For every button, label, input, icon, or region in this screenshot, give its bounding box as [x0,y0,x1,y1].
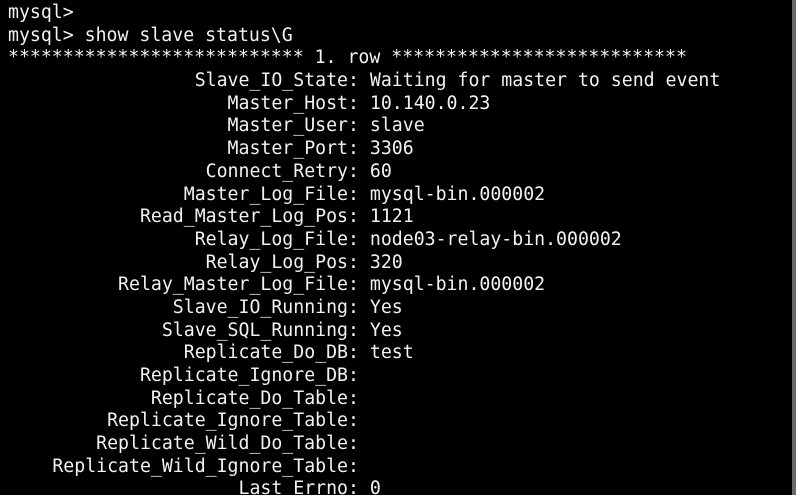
status-field: Replicate_Ignore_DB: [0,365,796,388]
field-key: Master_User [227,115,348,137]
field-key: Connect_Retry [205,160,348,182]
status-field: Relay_Log_File: node03-relay-bin.000002 [0,229,796,252]
terminal-window[interactable]: mysql> mysql> show slave status\G ******… [0,0,796,495]
field-key: Relay_Log_File [194,228,348,250]
field-key: Read_Master_Log_Pos [139,206,348,228]
field-value: 60 [369,160,392,182]
status-field: Replicate_Do_DB: test [0,342,796,365]
field-key: Slave_IO_State [194,70,348,92]
field-value: Yes [369,319,403,341]
field-key: Replicate_Wild_Ignore_Table [52,455,348,477]
prompt-line: mysql> [8,2,74,23]
status-field: Master_Port: 3306 [0,138,796,161]
window-border [792,0,796,495]
status-field: Connect_Retry: 60 [0,161,796,184]
status-field: Master_Host: 10.140.0.23 [0,93,796,116]
field-key: Master_Host [227,92,348,114]
status-field: Replicate_Do_Table: [0,388,796,411]
field-value: Yes [369,296,403,318]
field-value: test [369,342,414,364]
field-key: Replicate_Do_DB [183,342,348,364]
status-field: Read_Master_Log_Pos: 1121 [0,206,796,229]
field-value: mysql-bin.000002 [369,274,546,296]
field-value: slave [369,115,425,137]
status-field: Replicate_Wild_Ignore_Table: [0,456,796,479]
field-key: Replicate_Ignore_Table [107,410,348,432]
field-key: Replicate_Wild_Do_Table [96,433,348,455]
command-line: mysql> show slave status\G [8,24,293,46]
field-value: Waiting for master to send event [369,70,721,92]
status-field: Slave_IO_Running: Yes [0,297,796,320]
status-field: Relay_Master_Log_File: mysql-bin.000002 [0,274,796,297]
status-field: Master_Log_File: mysql-bin.000002 [0,184,796,207]
status-field: Replicate_Ignore_Table: [0,410,796,433]
field-key: Last_Errno [238,478,349,495]
field-key: Master_Log_File [183,183,348,205]
status-field: Slave_SQL_Running: Yes [0,320,796,343]
status-field: Relay_Log_Pos: 320 [0,252,796,275]
status-field: Last_Errno: 0 [0,478,796,495]
field-value: mysql-bin.000002 [369,183,546,205]
field-key: Replicate_Ignore_DB [139,365,348,386]
status-field-list: Slave_IO_State: Waiting for master to se… [0,70,796,495]
row-header: *************************** 1. row *****… [8,47,687,69]
field-value: 320 [369,251,403,273]
field-key: Replicate_Do_Table [150,387,348,409]
status-field: Slave_IO_State: Waiting for master to se… [0,70,796,93]
field-value: 1121 [369,206,414,228]
field-key: Slave_IO_Running [172,296,348,318]
field-value: 10.140.0.23 [369,92,491,114]
field-value: 3306 [369,138,414,160]
field-key: Master_Port [227,138,348,160]
field-value: 0 [369,478,381,495]
field-key: Slave_SQL_Running [161,319,348,341]
status-field: Master_User: slave [0,115,796,138]
status-field: Replicate_Wild_Do_Table: [0,433,796,456]
field-key: Relay_Log_Pos [205,251,348,273]
field-value: node03-relay-bin.000002 [369,228,622,250]
field-key: Relay_Master_Log_File [118,274,348,296]
